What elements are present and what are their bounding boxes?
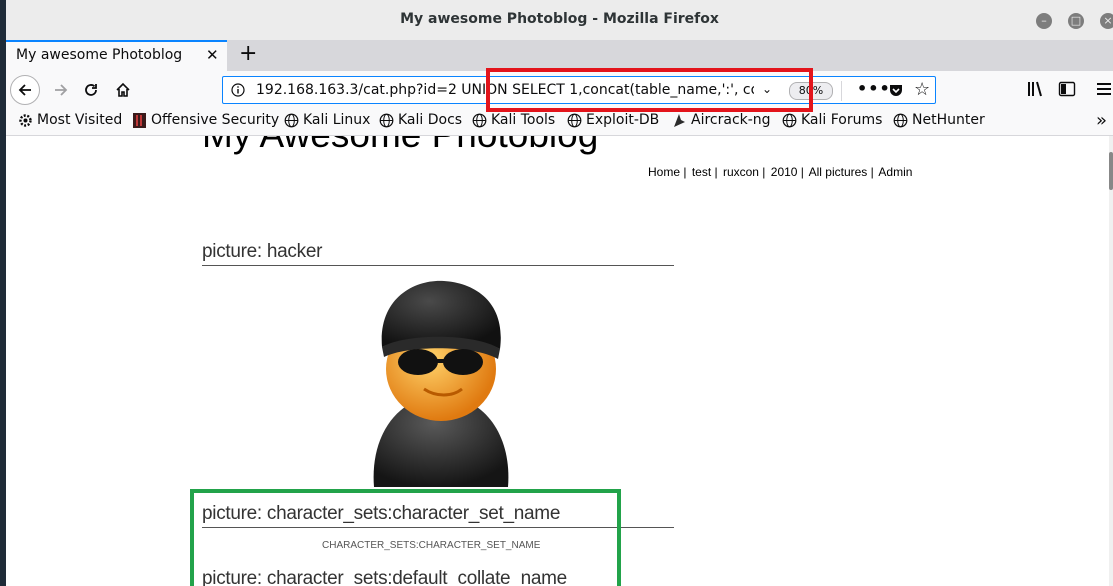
globe-icon [379, 113, 394, 127]
bookmark-aircrack-ng[interactable]: Aircrack-ng [672, 112, 771, 128]
bookmark-label: Aircrack-ng [691, 112, 771, 128]
back-button[interactable] [10, 75, 40, 105]
offsec-icon [133, 112, 146, 128]
minimize-icon[interactable]: – [1036, 13, 1052, 29]
site-title: My Awesome Photoblog [202, 136, 598, 156]
tab-strip: My awesome Photoblog ✕ + [6, 40, 1113, 71]
bookmark-nethunter[interactable]: NetHunter [893, 112, 985, 128]
home-icon [116, 82, 130, 97]
menu-link-all-pictures[interactable]: All pictures | [809, 165, 874, 179]
menu-link-home[interactable]: Home | [648, 165, 686, 179]
tab-close-icon[interactable]: ✕ [206, 46, 219, 64]
home-button[interactable] [108, 75, 138, 105]
highlight-annotation-red [486, 68, 813, 112]
forward-button[interactable] [46, 75, 76, 105]
bookmark-most-visited[interactable]: Most Visited [18, 112, 122, 128]
bookmark-kali-tools[interactable]: Kali Tools [472, 112, 555, 128]
title-bar: My awesome Photoblog - Mozilla Firefox –… [6, 0, 1113, 40]
site-menu: Home | test | ruxcon | 2010 | All pictur… [648, 165, 914, 179]
bookmark-label: Kali Linux [303, 112, 371, 128]
sidebar-icon[interactable] [1058, 80, 1076, 98]
maximize-icon[interactable]: □ [1068, 13, 1084, 29]
bookmark-label: Most Visited [37, 112, 123, 128]
globe-icon [284, 113, 299, 127]
bookmark-kali-docs[interactable]: Kali Docs [379, 112, 462, 128]
globe-icon [893, 113, 908, 127]
window-title: My awesome Photoblog - Mozilla Firefox [400, 11, 719, 27]
hamburger-menu-icon[interactable] [1096, 80, 1112, 98]
menu-link-admin[interactable]: Admin [878, 165, 912, 179]
bookmark-label: Kali Tools [491, 112, 556, 128]
info-icon[interactable] [231, 83, 245, 97]
bookmark-label: NetHunter [912, 112, 985, 128]
picture-heading: picture: hacker [202, 241, 674, 266]
bookmark-kali-linux[interactable]: Kali Linux [284, 112, 370, 128]
reload-icon [85, 84, 97, 96]
menu-link-ruxcon[interactable]: ruxcon | [723, 165, 765, 179]
globe-icon [472, 113, 487, 127]
scrollbar[interactable] [1109, 136, 1113, 586]
tab-label: My awesome Photoblog [16, 47, 183, 63]
chevron-right-icon[interactable]: » [1096, 110, 1107, 131]
menu-link-2010[interactable]: 2010 | [771, 165, 804, 179]
forward-arrow-icon [55, 84, 68, 96]
bookmark-kali-forums[interactable]: Kali Forums [782, 112, 882, 128]
aircrack-icon [674, 113, 685, 127]
divider [841, 81, 842, 101]
globe-icon [567, 113, 582, 127]
hacker-avatar-image[interactable] [366, 277, 516, 489]
tab-active[interactable]: My awesome Photoblog ✕ [6, 40, 227, 71]
bookmark-label: Exploit-DB [586, 112, 660, 128]
bookmark-label: Kali Forums [801, 112, 883, 128]
scrollbar-thumb[interactable] [1109, 152, 1113, 190]
pocket-icon[interactable] [888, 82, 904, 98]
back-arrow-icon [18, 84, 31, 96]
plus-icon[interactable]: + [239, 41, 257, 66]
globe-icon [782, 113, 797, 127]
bookmark-exploit-db[interactable]: Exploit-DB [567, 112, 659, 128]
menu-link-test[interactable]: test | [692, 165, 718, 179]
gear-icon [19, 113, 32, 127]
highlight-annotation-green [190, 489, 621, 586]
reload-button[interactable] [76, 75, 106, 105]
bookmarks-toolbar: Most Visited Offensive Security Kali Lin… [6, 109, 1113, 136]
bookmark-label: Offensive Security [151, 112, 280, 128]
firefox-window: My awesome Photoblog - Mozilla Firefox –… [6, 0, 1113, 586]
bookmark-label: Kali Docs [398, 112, 463, 128]
bookmark-star-icon[interactable]: ☆ [914, 79, 930, 100]
bookmark-offensive-security[interactable]: Offensive Security [132, 112, 279, 128]
page-actions-icon[interactable]: ••• [857, 79, 891, 98]
close-icon[interactable]: × [1100, 13, 1113, 29]
library-icon[interactable] [1026, 79, 1046, 99]
